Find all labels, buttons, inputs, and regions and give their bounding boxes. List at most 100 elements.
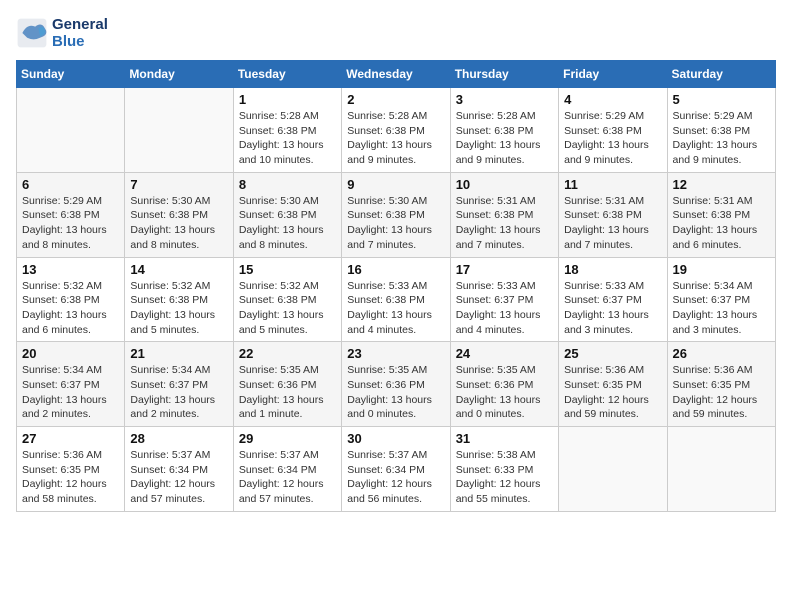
day-number: 22 bbox=[239, 346, 336, 361]
page-header: General Blue bbox=[16, 16, 776, 50]
day-info: Sunrise: 5:28 AM Sunset: 6:38 PM Dayligh… bbox=[456, 109, 553, 168]
day-number: 20 bbox=[22, 346, 119, 361]
logo-icon bbox=[16, 17, 48, 49]
calendar-cell: 21Sunrise: 5:34 AM Sunset: 6:37 PM Dayli… bbox=[125, 342, 233, 427]
calendar-body: 1 Sunrise: 5:28 AM Sunset: 6:38 PM Daylig… bbox=[17, 88, 776, 512]
day-number: 8 bbox=[239, 177, 336, 192]
calendar-cell: 2 Sunrise: 5:28 AM Sunset: 6:38 PM Daylig… bbox=[342, 88, 450, 173]
day-info: Sunrise: 5:34 AM Sunset: 6:37 PM Dayligh… bbox=[130, 363, 227, 422]
day-number: 17 bbox=[456, 262, 553, 277]
day-info: Sunrise: 5:30 AM Sunset: 6:38 PM Dayligh… bbox=[130, 194, 227, 253]
day-info: Sunrise: 5:31 AM Sunset: 6:38 PM Dayligh… bbox=[456, 194, 553, 253]
calendar-cell: 11 Sunrise: 5:31 AM Sunset: 6:38 PM Dayli… bbox=[559, 172, 667, 257]
day-info: Sunrise: 5:29 AM Sunset: 6:38 PM Dayligh… bbox=[673, 109, 770, 168]
day-number: 18 bbox=[564, 262, 661, 277]
calendar-cell: 10Sunrise: 5:31 AM Sunset: 6:38 PM Dayli… bbox=[450, 172, 558, 257]
calendar-cell: 6Sunrise: 5:29 AM Sunset: 6:38 PM Daylig… bbox=[17, 172, 125, 257]
day-number: 27 bbox=[22, 431, 119, 446]
calendar-cell: 27Sunrise: 5:36 AM Sunset: 6:35 PM Dayli… bbox=[17, 427, 125, 512]
day-info: Sunrise: 5:38 AM Sunset: 6:33 PM Dayligh… bbox=[456, 448, 553, 507]
header-day-wednesday: Wednesday bbox=[342, 61, 450, 88]
day-number: 30 bbox=[347, 431, 444, 446]
day-number: 9 bbox=[347, 177, 444, 192]
calendar-cell: 30 Sunrise: 5:37 AM Sunset: 6:34 PM Dayli… bbox=[342, 427, 450, 512]
header-day-sunday: Sunday bbox=[17, 61, 125, 88]
day-number: 1 bbox=[239, 92, 336, 107]
day-number: 15 bbox=[239, 262, 336, 277]
calendar-cell: 28 Sunrise: 5:37 AM Sunset: 6:34 PM Dayli… bbox=[125, 427, 233, 512]
day-number: 5 bbox=[673, 92, 770, 107]
day-number: 7 bbox=[130, 177, 227, 192]
calendar-cell: 29 Sunrise: 5:37 AM Sunset: 6:34 PM Dayli… bbox=[233, 427, 341, 512]
day-info: Sunrise: 5:36 AM Sunset: 6:35 PM Dayligh… bbox=[673, 363, 770, 422]
calendar-cell: 26 Sunrise: 5:36 AM Sunset: 6:35 PM Dayli… bbox=[667, 342, 775, 427]
calendar-cell: 1 Sunrise: 5:28 AM Sunset: 6:38 PM Daylig… bbox=[233, 88, 341, 173]
day-info: Sunrise: 5:31 AM Sunset: 6:38 PM Dayligh… bbox=[673, 194, 770, 253]
day-number: 4 bbox=[564, 92, 661, 107]
calendar-cell: 17 Sunrise: 5:33 AM Sunset: 6:37 PM Dayli… bbox=[450, 257, 558, 342]
day-info: Sunrise: 5:29 AM Sunset: 6:38 PM Dayligh… bbox=[22, 194, 119, 253]
day-number: 19 bbox=[673, 262, 770, 277]
day-info: Sunrise: 5:28 AM Sunset: 6:38 PM Dayligh… bbox=[239, 109, 336, 168]
day-info: Sunrise: 5:29 AM Sunset: 6:38 PM Dayligh… bbox=[564, 109, 661, 168]
header-row: SundayMondayTuesdayWednesdayThursdayFrid… bbox=[17, 61, 776, 88]
header-day-friday: Friday bbox=[559, 61, 667, 88]
calendar-cell bbox=[667, 427, 775, 512]
day-number: 16 bbox=[347, 262, 444, 277]
day-info: Sunrise: 5:37 AM Sunset: 6:34 PM Dayligh… bbox=[239, 448, 336, 507]
calendar-cell: 4 Sunrise: 5:29 AM Sunset: 6:38 PM Daylig… bbox=[559, 88, 667, 173]
day-number: 24 bbox=[456, 346, 553, 361]
day-info: Sunrise: 5:34 AM Sunset: 6:37 PM Dayligh… bbox=[673, 279, 770, 338]
calendar-cell: 23Sunrise: 5:35 AM Sunset: 6:36 PM Dayli… bbox=[342, 342, 450, 427]
day-number: 13 bbox=[22, 262, 119, 277]
calendar-cell: 19 Sunrise: 5:34 AM Sunset: 6:37 PM Dayli… bbox=[667, 257, 775, 342]
calendar-cell: 20 Sunrise: 5:34 AM Sunset: 6:37 PM Dayli… bbox=[17, 342, 125, 427]
day-info: Sunrise: 5:33 AM Sunset: 6:38 PM Dayligh… bbox=[347, 279, 444, 338]
calendar-cell: 12 Sunrise: 5:31 AM Sunset: 6:38 PM Dayli… bbox=[667, 172, 775, 257]
day-number: 29 bbox=[239, 431, 336, 446]
day-info: Sunrise: 5:37 AM Sunset: 6:34 PM Dayligh… bbox=[130, 448, 227, 507]
day-info: Sunrise: 5:33 AM Sunset: 6:37 PM Dayligh… bbox=[456, 279, 553, 338]
calendar-cell: 8Sunrise: 5:30 AM Sunset: 6:38 PM Daylig… bbox=[233, 172, 341, 257]
calendar-cell: 13 Sunrise: 5:32 AM Sunset: 6:38 PM Dayli… bbox=[17, 257, 125, 342]
calendar-cell: 25 Sunrise: 5:36 AM Sunset: 6:35 PM Dayli… bbox=[559, 342, 667, 427]
calendar-table: SundayMondayTuesdayWednesdayThursdayFrid… bbox=[16, 60, 776, 512]
header-day-tuesday: Tuesday bbox=[233, 61, 341, 88]
day-number: 25 bbox=[564, 346, 661, 361]
day-number: 14 bbox=[130, 262, 227, 277]
calendar-cell: 31 Sunrise: 5:38 AM Sunset: 6:33 PM Dayli… bbox=[450, 427, 558, 512]
week-row-5: 27Sunrise: 5:36 AM Sunset: 6:35 PM Dayli… bbox=[17, 427, 776, 512]
day-number: 2 bbox=[347, 92, 444, 107]
day-info: Sunrise: 5:36 AM Sunset: 6:35 PM Dayligh… bbox=[564, 363, 661, 422]
day-number: 26 bbox=[673, 346, 770, 361]
calendar-cell: 22 Sunrise: 5:35 AM Sunset: 6:36 PM Dayli… bbox=[233, 342, 341, 427]
calendar-cell bbox=[559, 427, 667, 512]
day-number: 11 bbox=[564, 177, 661, 192]
calendar-cell bbox=[125, 88, 233, 173]
calendar-cell: 15 Sunrise: 5:32 AM Sunset: 6:38 PM Dayli… bbox=[233, 257, 341, 342]
day-number: 28 bbox=[130, 431, 227, 446]
logo: General Blue bbox=[16, 16, 108, 50]
day-info: Sunrise: 5:37 AM Sunset: 6:34 PM Dayligh… bbox=[347, 448, 444, 507]
day-info: Sunrise: 5:32 AM Sunset: 6:38 PM Dayligh… bbox=[22, 279, 119, 338]
calendar-cell: 7 Sunrise: 5:30 AM Sunset: 6:38 PM Daylig… bbox=[125, 172, 233, 257]
calendar-cell: 14Sunrise: 5:32 AM Sunset: 6:38 PM Dayli… bbox=[125, 257, 233, 342]
week-row-1: 1 Sunrise: 5:28 AM Sunset: 6:38 PM Daylig… bbox=[17, 88, 776, 173]
week-row-2: 6Sunrise: 5:29 AM Sunset: 6:38 PM Daylig… bbox=[17, 172, 776, 257]
day-info: Sunrise: 5:28 AM Sunset: 6:38 PM Dayligh… bbox=[347, 109, 444, 168]
day-info: Sunrise: 5:35 AM Sunset: 6:36 PM Dayligh… bbox=[347, 363, 444, 422]
day-info: Sunrise: 5:31 AM Sunset: 6:38 PM Dayligh… bbox=[564, 194, 661, 253]
header-day-monday: Monday bbox=[125, 61, 233, 88]
calendar-cell: 3 Sunrise: 5:28 AM Sunset: 6:38 PM Daylig… bbox=[450, 88, 558, 173]
week-row-4: 20 Sunrise: 5:34 AM Sunset: 6:37 PM Dayli… bbox=[17, 342, 776, 427]
day-number: 12 bbox=[673, 177, 770, 192]
day-info: Sunrise: 5:34 AM Sunset: 6:37 PM Dayligh… bbox=[22, 363, 119, 422]
day-info: Sunrise: 5:32 AM Sunset: 6:38 PM Dayligh… bbox=[239, 279, 336, 338]
day-info: Sunrise: 5:33 AM Sunset: 6:37 PM Dayligh… bbox=[564, 279, 661, 338]
day-number: 31 bbox=[456, 431, 553, 446]
day-info: Sunrise: 5:35 AM Sunset: 6:36 PM Dayligh… bbox=[239, 363, 336, 422]
header-day-thursday: Thursday bbox=[450, 61, 558, 88]
calendar-cell: 5 Sunrise: 5:29 AM Sunset: 6:38 PM Daylig… bbox=[667, 88, 775, 173]
day-number: 3 bbox=[456, 92, 553, 107]
calendar-cell: 9Sunrise: 5:30 AM Sunset: 6:38 PM Daylig… bbox=[342, 172, 450, 257]
